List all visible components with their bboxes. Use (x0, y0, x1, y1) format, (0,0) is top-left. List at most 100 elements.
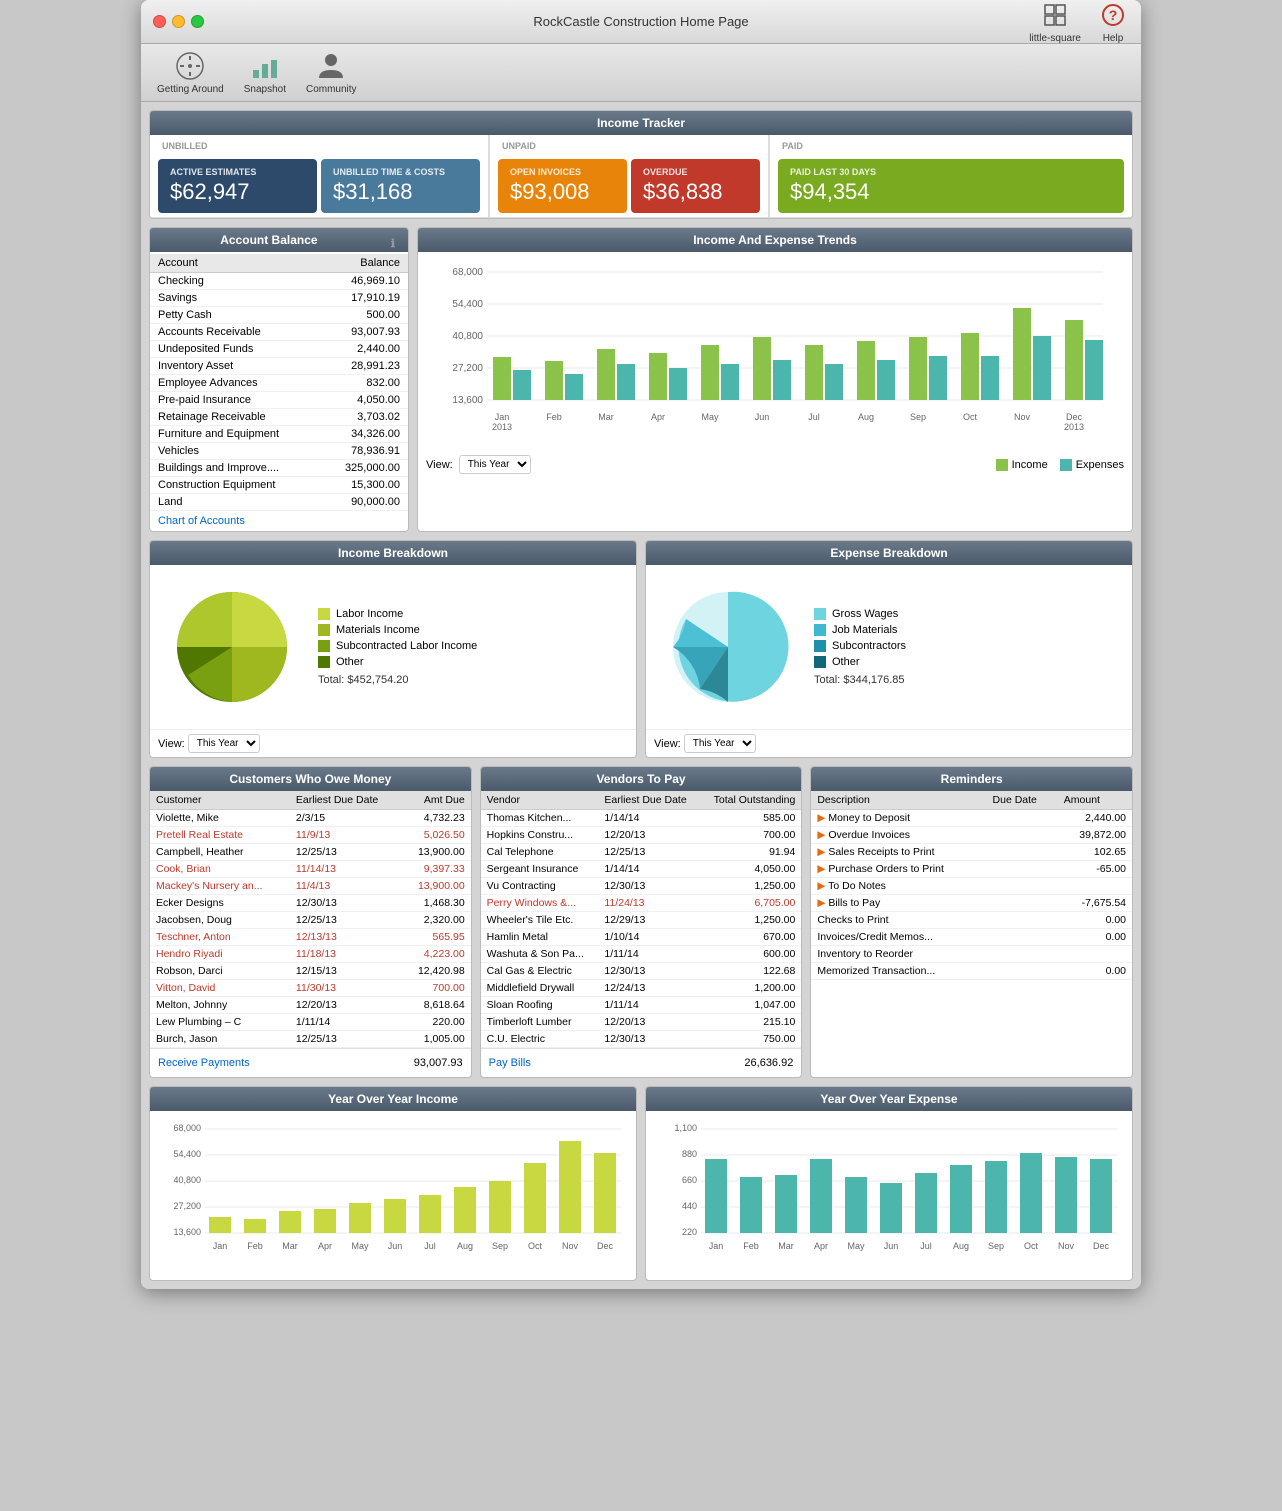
reminder-row: ▶ To Do Notes (811, 878, 1132, 895)
yoy-income-header: Year Over Year Income (150, 1087, 636, 1111)
income-legend-materials: Materials Income (318, 624, 624, 636)
customers-footer: Receive Payments 93,007.93 (150, 1048, 471, 1077)
close-button[interactable] (153, 15, 166, 28)
income-view-select[interactable]: This Year (188, 734, 260, 753)
reminder-row: Inventory to Reorder (811, 946, 1132, 963)
active-estimates-card: ACTIVE ESTIMATES $62,947 (158, 159, 317, 213)
svg-text:660: 660 (682, 1175, 697, 1185)
subcontracted-income-label: Subcontracted Labor Income (336, 640, 477, 652)
other-income-color (318, 656, 330, 668)
reminder-due-date-col: Due Date (987, 791, 1058, 810)
expense-view-select[interactable]: This Year (684, 734, 756, 753)
account-row: Savings17,910.19 (150, 290, 408, 307)
maximize-button[interactable] (191, 15, 204, 28)
little-square-button[interactable]: little-square (1029, 0, 1081, 44)
toolbar-snapshot[interactable]: Snapshot (244, 50, 286, 95)
yoy-expense-chart: 1,100 880 660 440 220 (654, 1119, 1124, 1269)
svg-text:Apr: Apr (318, 1241, 332, 1251)
customer-amount: 4,223.00 (401, 946, 470, 963)
info-icon[interactable]: ℹ (391, 237, 395, 250)
income-breakdown-controls: View: This Year (150, 729, 636, 757)
help-button[interactable]: ? Help (1097, 0, 1129, 44)
reminder-row: Checks to Print0.00 (811, 912, 1132, 929)
vendors-pay-header: Vendors To Pay (481, 767, 802, 791)
vendor-due-date: 12/30/13 (598, 963, 700, 980)
reminder-due-date (987, 878, 1058, 895)
svg-text:40,800: 40,800 (173, 1175, 201, 1185)
vendor-amount: 700.00 (700, 827, 801, 844)
account-balance: 34,326.00 (320, 426, 408, 443)
customer-name: Cook, Brian (150, 861, 290, 878)
customer-due-date: 2/3/15 (290, 810, 401, 827)
unbilled-time-card: UNBILLED TIME & COSTS $31,168 (321, 159, 480, 213)
unbilled-label: UNBILLED (150, 141, 488, 155)
vendor-name: C.U. Electric (481, 1031, 599, 1048)
reminder-row: ▶ Purchase Orders to Print-65.00 (811, 861, 1132, 878)
vendor-amount: 122.68 (700, 963, 801, 980)
account-row: Construction Equipment15,300.00 (150, 477, 408, 494)
open-invoices-label: OPEN INVOICES (510, 167, 615, 177)
reminder-description: Invoices/Credit Memos... (811, 929, 986, 946)
account-row: Employee Advances832.00 (150, 375, 408, 392)
account-balance-header: Account Balance ℹ (150, 228, 408, 252)
toolbar-community[interactable]: Community (306, 50, 357, 95)
vendor-amount: 600.00 (700, 946, 801, 963)
reminders-title: Reminders (941, 772, 1003, 786)
customer-due-date: 11/30/13 (290, 980, 401, 997)
vendor-due-date: 1/14/14 (598, 861, 700, 878)
customer-name: Campbell, Heather (150, 844, 290, 861)
expenses-legend-label: Expenses (1076, 459, 1124, 471)
vendor-row: Sergeant Insurance1/14/144,050.00 (481, 861, 802, 878)
customer-amount: 13,900.00 (401, 844, 470, 861)
balance-trends-row: Account Balance ℹ Account Balance Checki… (149, 227, 1133, 532)
svg-text:?: ? (1109, 7, 1118, 23)
reminder-due-date (987, 827, 1058, 844)
svg-text:13,600: 13,600 (452, 395, 483, 406)
account-name: Retainage Receivable (150, 409, 320, 426)
svg-text:1,100: 1,100 (674, 1123, 697, 1133)
customers-total: 93,007.93 (414, 1053, 463, 1073)
account-balance: 78,936.91 (320, 443, 408, 460)
view-select[interactable]: This Year (459, 455, 531, 474)
help-icon: ? (1097, 0, 1129, 31)
customer-row: Ecker Designs12/30/131,468.30 (150, 895, 471, 912)
vendor-due-date: 12/20/13 (598, 827, 700, 844)
svg-text:68,000: 68,000 (452, 267, 483, 278)
vendor-name: Thomas Kitchen... (481, 810, 599, 827)
minimize-button[interactable] (172, 15, 185, 28)
svg-text:880: 880 (682, 1149, 697, 1159)
expense-legend-other: Other (814, 656, 1120, 668)
yoy-income-chart-area: 68,000 54,400 40,800 27,200 13,600 (150, 1111, 636, 1280)
customer-row: Campbell, Heather12/25/1313,900.00 (150, 844, 471, 861)
svg-text:Jun: Jun (388, 1241, 403, 1251)
account-balance: 832.00 (320, 375, 408, 392)
vendor-amount: 215.10 (700, 1014, 801, 1031)
account-balance: 2,440.00 (320, 341, 408, 358)
active-estimates-amount: $62,947 (170, 179, 305, 205)
getting-around-label: Getting Around (157, 84, 224, 95)
receive-payments-link[interactable]: Receive Payments (158, 1053, 250, 1073)
customer-due-date: 1/11/14 (290, 1014, 401, 1031)
expense-legend-subcontractors: Subcontractors (814, 640, 1120, 652)
customer-name: Vitton, David (150, 980, 290, 997)
svg-text:Apr: Apr (814, 1241, 828, 1251)
account-balance: 90,000.00 (320, 494, 408, 511)
vendor-due-date: 12/30/13 (598, 878, 700, 895)
toolbar-getting-around[interactable]: Getting Around (157, 50, 224, 95)
snapshot-label: Snapshot (244, 84, 286, 95)
account-balance: 46,969.10 (320, 273, 408, 290)
income-legend: Income (996, 459, 1048, 471)
overdue-label: OVERDUE (643, 167, 748, 177)
reminder-amount: -65.00 (1058, 861, 1132, 878)
yoy-income-chart: 68,000 54,400 40,800 27,200 13,600 (158, 1119, 628, 1269)
vendor-row: Thomas Kitchen...1/14/14585.00 (481, 810, 802, 827)
paid-label: PAID (770, 141, 1132, 155)
svg-text:Mar: Mar (598, 412, 614, 422)
income-legend-other: Other (318, 656, 624, 668)
vendor-name: Hamlin Metal (481, 929, 599, 946)
pay-bills-link[interactable]: Pay Bills (489, 1053, 531, 1073)
customer-due-date: 12/25/13 (290, 844, 401, 861)
chart-of-accounts-link[interactable]: Chart of Accounts (150, 511, 253, 531)
yoy-income-panel: Year Over Year Income 68,000 54,400 40,8… (149, 1086, 637, 1281)
account-balance: 93,007.93 (320, 324, 408, 341)
